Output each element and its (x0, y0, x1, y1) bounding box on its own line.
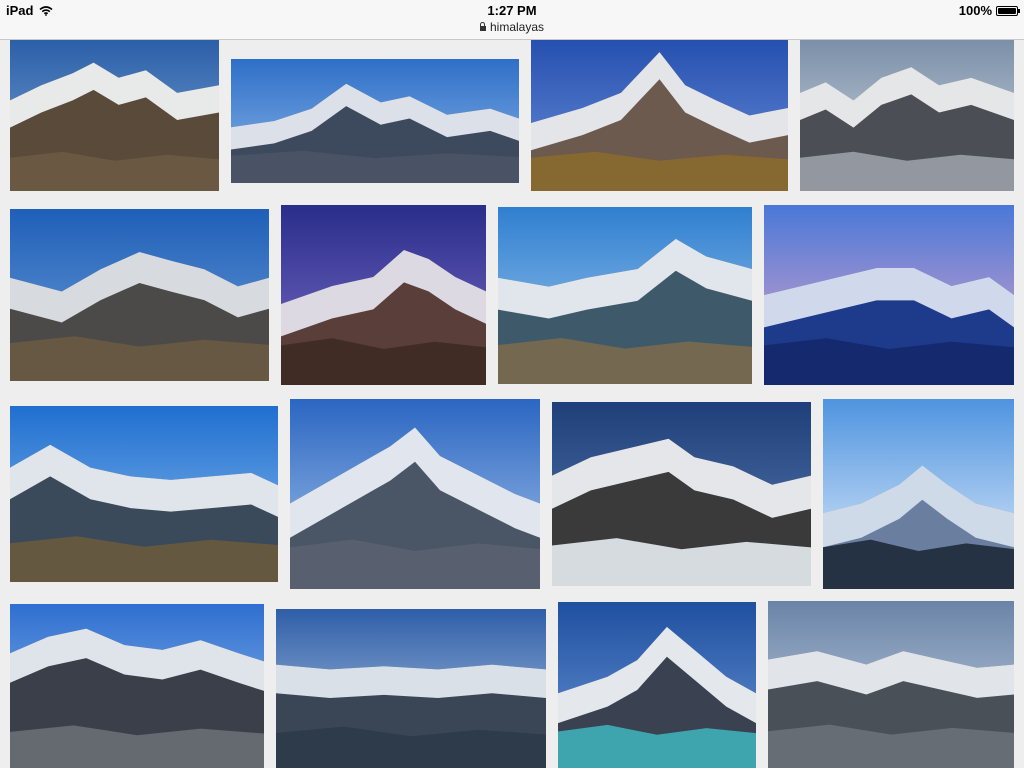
image-result[interactable] (498, 207, 752, 384)
battery-percent: 100% (958, 3, 992, 18)
mountain-image (10, 444, 278, 582)
image-result[interactable] (231, 59, 519, 183)
mountain-image (558, 626, 756, 768)
image-result[interactable] (823, 399, 1014, 589)
mountain-image (290, 427, 540, 589)
image-result[interactable] (800, 40, 1014, 191)
clock: 1:27 PM (487, 3, 537, 18)
image-result[interactable] (276, 609, 546, 768)
lock-icon (479, 21, 486, 31)
image-result[interactable] (10, 209, 269, 381)
status-right: 100% (958, 3, 1020, 18)
image-result[interactable] (10, 40, 219, 191)
mountain-image (276, 664, 546, 768)
mountain-image (10, 628, 264, 768)
image-result[interactable] (10, 406, 278, 582)
image-result[interactable] (281, 205, 486, 385)
mountain-image (531, 52, 788, 191)
mountain-image (768, 651, 1014, 768)
image-result[interactable] (10, 604, 264, 768)
image-result[interactable] (552, 402, 811, 586)
mountain-image (823, 465, 1014, 589)
url-text[interactable]: himalayas (490, 20, 544, 34)
mountain-image (281, 250, 486, 385)
mountain-image (800, 67, 1014, 191)
image-results-grid (0, 40, 1024, 768)
status-bar: iPad 1:27 PM 100% himalayas (0, 0, 1024, 40)
snow-cap (276, 664, 546, 699)
image-result[interactable] (558, 602, 756, 768)
image-result[interactable] (531, 40, 788, 191)
mountain-image (10, 62, 219, 191)
battery-icon (996, 5, 1020, 16)
address-bar[interactable]: himalayas (0, 20, 1024, 34)
image-result[interactable] (290, 399, 540, 589)
mountain-image (498, 238, 752, 384)
image-result[interactable] (764, 205, 1014, 385)
mountain-image (764, 268, 1014, 385)
mountain-image (552, 438, 811, 586)
mountain-image (231, 83, 519, 183)
image-result[interactable] (768, 601, 1014, 768)
mountain-image (10, 252, 269, 381)
